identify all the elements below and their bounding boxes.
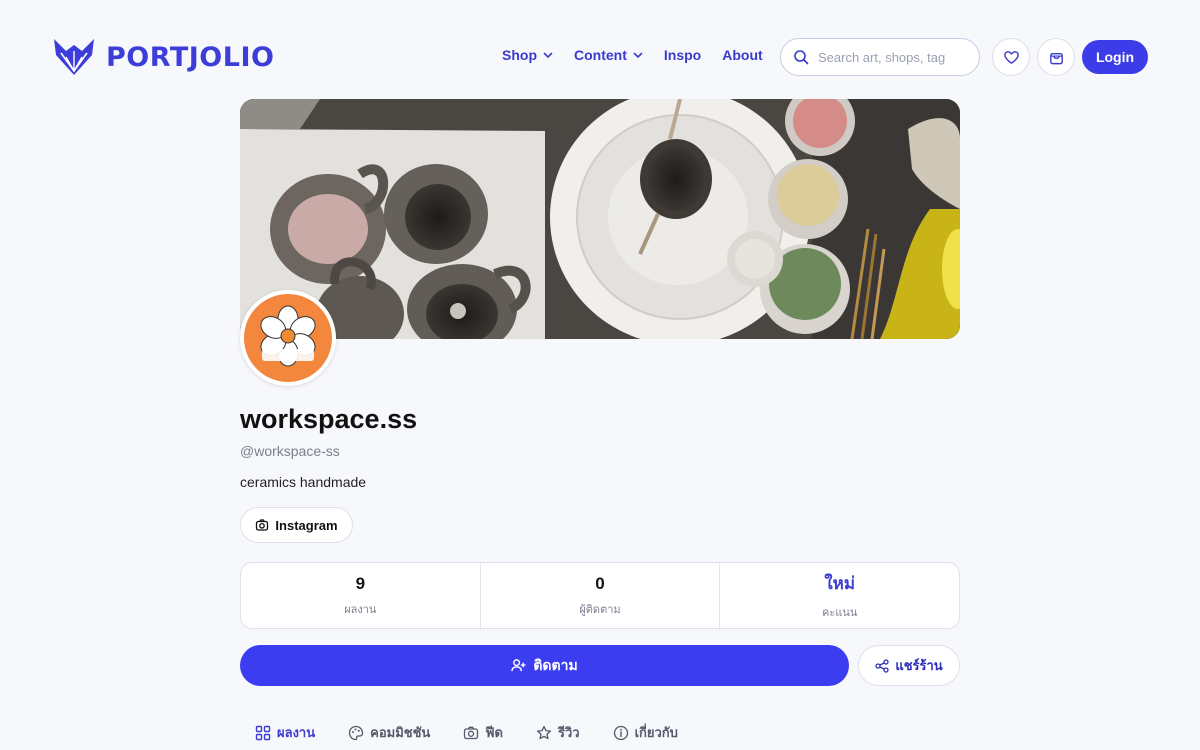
tab-commission-label: คอมมิชชัน xyxy=(370,725,431,740)
shopping-bag-icon xyxy=(1049,52,1063,64)
info-icon xyxy=(613,725,628,740)
share-icon xyxy=(875,658,889,673)
tab-about[interactable]: เกี่ยวกับ xyxy=(613,722,678,743)
stat-rating: ใหม่ คะแนน xyxy=(720,563,959,628)
chevron-down-icon xyxy=(633,52,643,59)
profile-tabs: ผลงาน คอมมิชชัน ฟีด รีวิว เกี่ยวกับ xyxy=(255,722,711,743)
shop-bio: ceramics handmade xyxy=(240,474,367,490)
tab-works-label: ผลงาน xyxy=(277,725,316,740)
navbar: PORTJOLIO Shop Content Inspo About Searc… xyxy=(0,0,1200,114)
star-icon xyxy=(536,725,552,739)
main-nav: Shop Content Inspo About xyxy=(502,47,763,63)
avatar[interactable] xyxy=(240,290,336,386)
nav-inspo[interactable]: Inspo xyxy=(664,47,701,63)
nav-about-label: About xyxy=(722,47,763,63)
follow-button[interactable]: ติดตาม xyxy=(240,645,849,686)
nav-content-label: Content xyxy=(574,47,627,63)
cover-image xyxy=(240,99,960,339)
nav-content[interactable]: Content xyxy=(574,47,643,63)
nav-about[interactable]: About xyxy=(722,47,762,63)
brand-logo[interactable]: PORTJOLIO xyxy=(52,37,274,77)
tab-reviews-label: รีวิว xyxy=(557,725,580,740)
shop-handle: @workspace-ss xyxy=(240,443,340,459)
fox-logo-icon xyxy=(54,39,94,75)
stat-works-label: ผลงาน xyxy=(344,603,377,616)
camera-icon xyxy=(256,519,269,531)
tab-reviews[interactable]: รีวิว xyxy=(536,722,580,743)
stat-works: 9 ผลงาน xyxy=(241,563,481,628)
palette-icon xyxy=(348,725,364,740)
tab-feed-label: ฟีด xyxy=(485,725,503,740)
shop-name: workspace.ss xyxy=(240,404,418,434)
stat-rating-value: ใหม่ xyxy=(824,574,856,593)
brand-name: PORTJOLIO xyxy=(106,41,275,73)
stat-followers-value: 0 xyxy=(595,573,605,593)
stat-followers-label: ผู้ติดตาม xyxy=(579,603,621,616)
stat-followers: 0 ผู้ติดตาม xyxy=(481,563,721,628)
login-label: Login xyxy=(1095,49,1135,65)
login-button[interactable]: Login xyxy=(1082,40,1148,74)
wishlist-button[interactable] xyxy=(992,38,1030,76)
nav-inspo-label: Inspo xyxy=(663,47,702,63)
share-button[interactable]: แชร์ร้าน xyxy=(858,645,960,686)
nav-shop-label: Shop xyxy=(502,47,537,63)
search-input[interactable] xyxy=(818,49,968,65)
tab-commission[interactable]: คอมมิชชัน xyxy=(348,722,430,743)
stat-rating-label: คะแนน xyxy=(821,607,858,619)
instagram-label: Instagram xyxy=(275,517,338,533)
nav-shop[interactable]: Shop xyxy=(502,47,553,63)
stat-works-value: 9 xyxy=(355,573,366,593)
grid-icon xyxy=(255,725,271,740)
follow-label: ติดตาม xyxy=(533,656,578,673)
search-box[interactable] xyxy=(780,38,980,76)
camera-icon xyxy=(464,726,479,739)
user-plus-icon xyxy=(511,659,526,672)
tab-feed[interactable]: ฟีด xyxy=(463,722,503,743)
instagram-link[interactable]: Instagram xyxy=(240,507,353,543)
stats-panel: 9 ผลงาน 0 ผู้ติดตาม ใหม่ คะแนน xyxy=(240,562,960,629)
tab-about-label: เกี่ยวกับ xyxy=(634,725,678,740)
share-label: แชร์ร้าน xyxy=(895,658,943,673)
ceramics-workspace-photo xyxy=(240,99,960,339)
search-icon xyxy=(794,50,809,65)
heart-icon xyxy=(1003,50,1019,64)
chevron-down-icon xyxy=(543,52,553,59)
cart-button[interactable] xyxy=(1037,38,1075,76)
tab-works[interactable]: ผลงาน xyxy=(255,722,315,743)
flower-logo-icon xyxy=(260,305,316,367)
